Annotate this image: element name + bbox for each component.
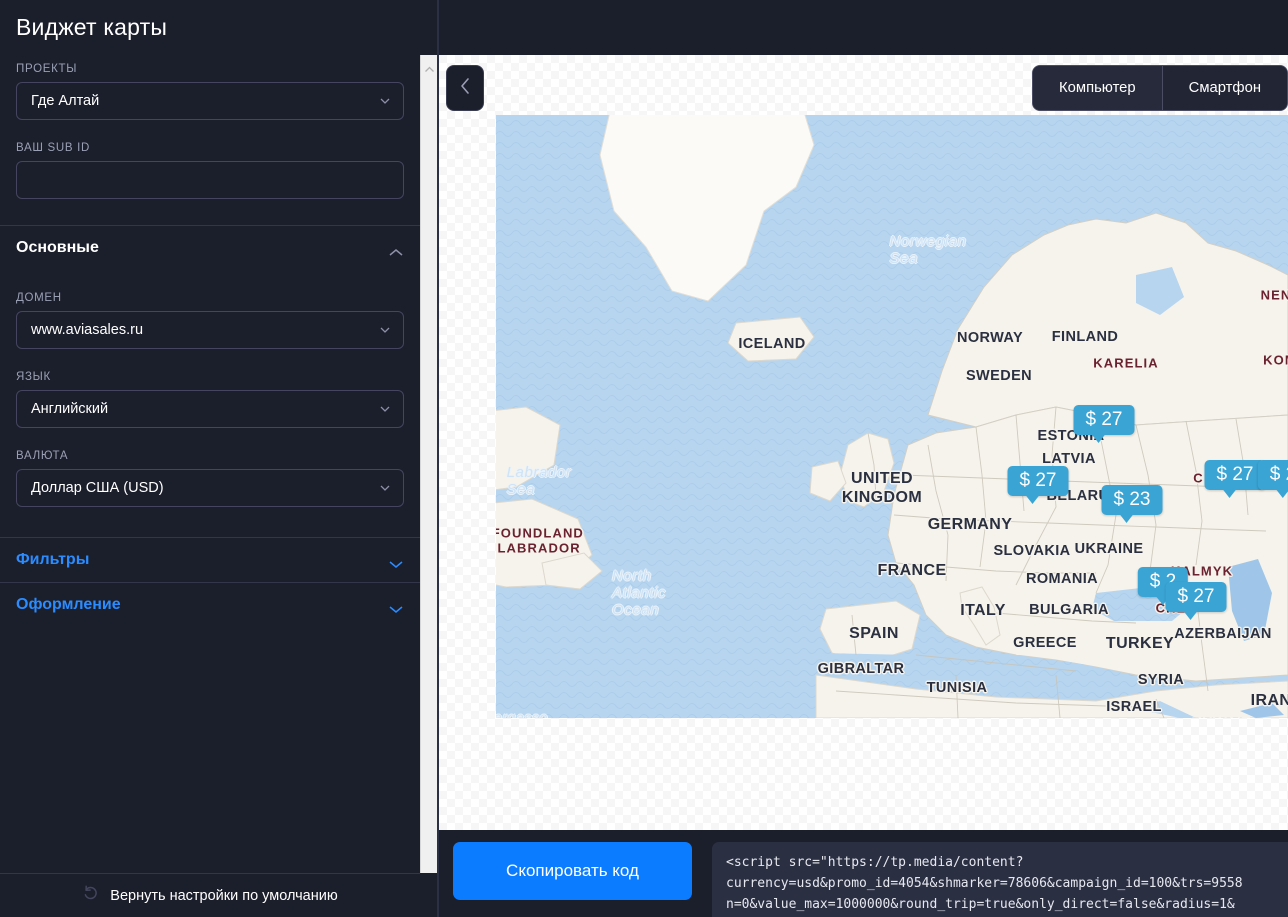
code-line: currency=usd&promo_id=4054&shmarker=7860… — [726, 876, 1243, 891]
projects-value: Где Алтай — [31, 93, 100, 109]
section-header-appearance[interactable]: Оформление — [0, 583, 420, 627]
sub-id-input[interactable] — [16, 161, 404, 199]
widget-builder-page: Виджет карты ПРОЕКТЫ Где Алтай ВАШ SUB I… — [0, 0, 1288, 917]
sidebar-top-fields: ПРОЕКТЫ Где Алтай ВАШ SUB ID — [0, 63, 420, 199]
price-marker[interactable]: $ 27 — [1073, 405, 1135, 443]
code-line: n=0&value_max=1000000&round_trip=true&on… — [726, 897, 1235, 912]
price-marker-tail — [1275, 489, 1288, 498]
price-marker-label: $ 2 — [1257, 460, 1288, 490]
price-marker[interactable]: $ 23 — [1101, 485, 1163, 523]
sidebar-scrollbar[interactable] — [420, 55, 437, 873]
chevron-down-icon — [380, 406, 390, 412]
field-projects: ПРОЕКТЫ Где Алтай — [16, 63, 404, 120]
code-line: <script src="https://tp.media/content? — [726, 855, 1024, 870]
section-header-basic[interactable]: Основные — [0, 226, 420, 270]
undo-icon — [82, 884, 100, 907]
projects-select[interactable]: Где Алтай — [16, 82, 404, 120]
language-select[interactable]: Английский — [16, 390, 404, 428]
price-marker[interactable]: $ 2 — [1257, 460, 1288, 498]
map-geometry — [496, 115, 1288, 718]
device-option-mobile[interactable]: Смартфон — [1161, 66, 1287, 110]
language-label: ЯЗЫК — [16, 371, 51, 383]
chevron-left-icon — [459, 77, 471, 100]
embed-code-footer: Скопировать код <script src="https://tp.… — [439, 830, 1288, 917]
language-value: Английский — [31, 401, 109, 417]
widget-preview-pane: Компьютер Смартфон Norwegian Sea Labrado… — [439, 55, 1288, 830]
price-marker-tail — [1025, 495, 1040, 504]
chevron-down-icon — [388, 556, 404, 568]
domain-select[interactable]: www.aviasales.ru — [16, 311, 404, 349]
reset-defaults-label: Вернуть настройки по умолчанию — [110, 887, 338, 904]
chevron-down-icon — [380, 485, 390, 491]
field-language: ЯЗЫК Английский — [16, 371, 404, 428]
section-header-filters[interactable]: Фильтры — [0, 538, 420, 582]
domain-value: www.aviasales.ru — [31, 322, 144, 338]
copy-code-button[interactable]: Скопировать код — [453, 842, 692, 900]
price-marker-tail — [1183, 611, 1198, 620]
currency-value: Доллар США (USD) — [31, 480, 164, 496]
chevron-down-icon — [380, 327, 390, 333]
device-option-desktop[interactable]: Компьютер — [1033, 66, 1162, 110]
chevron-down-icon — [388, 601, 404, 613]
price-marker-label: $ 27 — [1204, 460, 1266, 490]
embed-code-snippet[interactable]: <script src="https://tp.media/content? c… — [712, 842, 1288, 917]
price-marker[interactable]: $ 27 — [1007, 466, 1069, 504]
settings-sidebar: Виджет карты ПРОЕКТЫ Где Алтай ВАШ SUB I… — [0, 0, 420, 917]
device-preview-toggle: Компьютер Смартфон — [1032, 65, 1288, 111]
price-marker-tail — [1119, 514, 1134, 523]
price-marker-tail — [1091, 434, 1106, 443]
sub-id-label: ВАШ SUB ID — [16, 142, 91, 154]
field-sub-id: ВАШ SUB ID — [16, 142, 404, 199]
price-marker-label: $ 23 — [1101, 485, 1163, 515]
back-button[interactable] — [446, 65, 484, 111]
price-marker-label: $ 27 — [1007, 466, 1069, 496]
chevron-up-icon — [388, 244, 404, 256]
price-marker-label: $ 27 — [1073, 405, 1135, 435]
scroll-up-arrow-icon[interactable] — [424, 60, 435, 72]
page-title: Виджет карты — [16, 14, 168, 40]
field-currency: ВАЛЮТА Доллар США (USD) — [16, 450, 404, 507]
section-title-filters: Фильтры — [16, 551, 90, 568]
price-marker-label: $ 27 — [1165, 582, 1227, 612]
reset-defaults-button[interactable]: Вернуть настройки по умолчанию — [0, 873, 420, 917]
section-title-basic: Основные — [16, 239, 99, 256]
projects-label: ПРОЕКТЫ — [16, 63, 78, 75]
chevron-down-icon — [380, 98, 390, 104]
section-title-appearance: Оформление — [16, 596, 121, 613]
price-marker-tail — [1222, 489, 1237, 498]
currency-label: ВАЛЮТА — [16, 450, 69, 462]
map-canvas[interactable]: Norwegian Sea Labrador Sea North Atlanti… — [496, 115, 1288, 718]
price-marker[interactable]: $ 27 — [1204, 460, 1266, 498]
section-body-basic: ДОМЕН www.aviasales.ru ЯЗЫК Английский В… — [0, 292, 420, 537]
price-marker[interactable]: $ 27 — [1165, 582, 1227, 620]
field-domain: ДОМЕН www.aviasales.ru — [16, 292, 404, 349]
currency-select[interactable]: Доллар США (USD) — [16, 469, 404, 507]
domain-label: ДОМЕН — [16, 292, 62, 304]
